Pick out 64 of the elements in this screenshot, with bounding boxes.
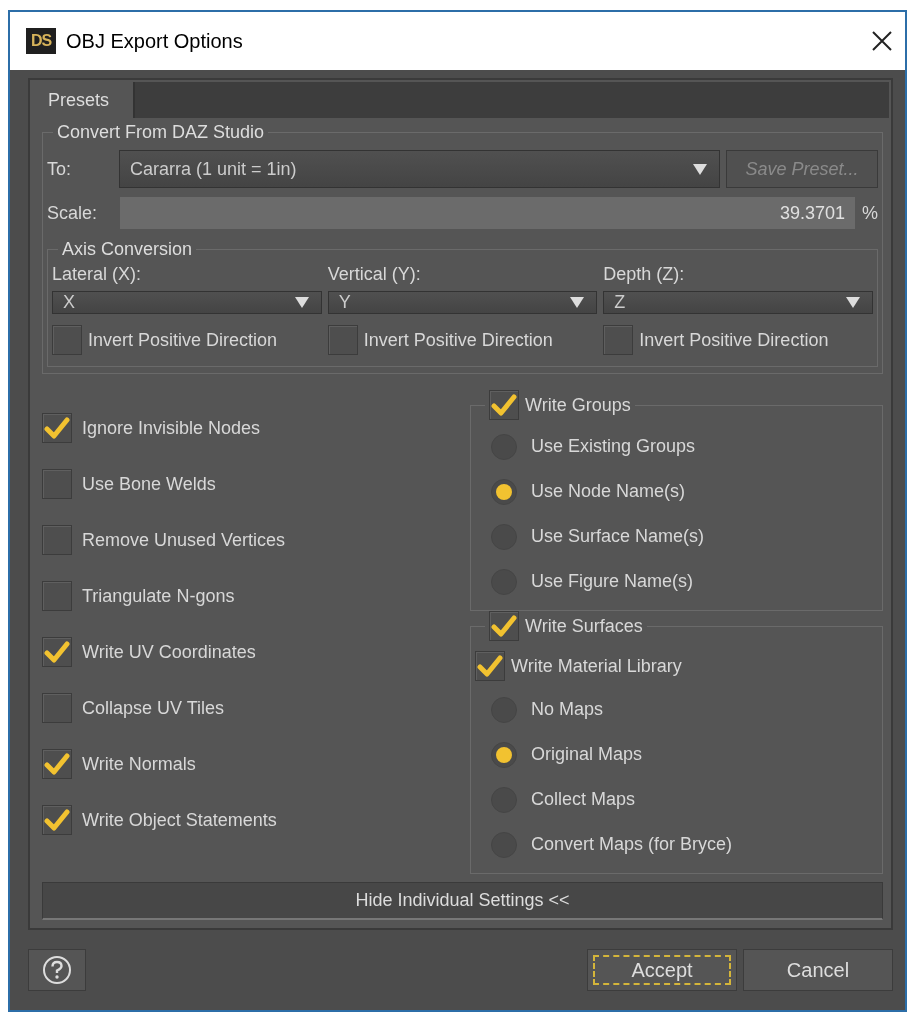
checkbox[interactable] bbox=[42, 469, 72, 499]
caret-icon bbox=[570, 297, 585, 308]
checkbox[interactable] bbox=[489, 390, 519, 420]
option-label: Write Normals bbox=[82, 753, 196, 775]
axis-label: Lateral (X): bbox=[52, 264, 143, 285]
option-label: Use Bone Welds bbox=[82, 473, 216, 495]
caret-icon bbox=[846, 297, 860, 308]
caret-icon bbox=[294, 297, 309, 308]
checkbox[interactable] bbox=[42, 413, 72, 443]
option-label: Ignore Invisible Nodes bbox=[82, 417, 261, 439]
hide-settings-button[interactable]: Hide Individual Settings << bbox=[42, 882, 883, 920]
axis-dropdown[interactable]: Y bbox=[327, 291, 598, 314]
group-title: Write Surfaces bbox=[525, 615, 643, 637]
unit-label: % bbox=[862, 202, 878, 224]
checkbox[interactable] bbox=[42, 637, 72, 667]
option-label: Collapse UV Tiles bbox=[82, 697, 225, 719]
group-title: Convert From DAZ Studio bbox=[56, 122, 266, 143]
checkbox[interactable] bbox=[42, 693, 72, 723]
field-label: To: bbox=[47, 158, 72, 180]
option-label: Write Object Statements bbox=[82, 809, 277, 831]
option-label: Use Figure Name(s) bbox=[531, 571, 694, 592]
checkbox[interactable] bbox=[52, 325, 82, 355]
dialog-button[interactable]: Cancel bbox=[743, 949, 893, 991]
option-label: Convert Maps (for Bryce) bbox=[531, 834, 733, 855]
window-title: OBJ Export Options bbox=[66, 29, 244, 53]
option-label: Invert Positive Direction bbox=[639, 329, 829, 351]
tab[interactable]: Presets bbox=[32, 82, 136, 118]
checkbox[interactable] bbox=[42, 805, 72, 835]
option-label: Write Material Library bbox=[511, 655, 682, 677]
checkbox[interactable] bbox=[489, 611, 519, 641]
checkbox[interactable] bbox=[42, 581, 72, 611]
app-logo: DS bbox=[26, 28, 56, 54]
option-label: Remove Unused Vertices bbox=[82, 529, 286, 551]
axis-dropdown[interactable]: Z bbox=[603, 291, 873, 314]
dialog-button[interactable]: Accept bbox=[587, 949, 737, 991]
scale-field[interactable]: 39.3701 bbox=[119, 196, 856, 230]
help-icon bbox=[42, 955, 72, 985]
checkbox[interactable] bbox=[603, 325, 634, 355]
preset-dropdown[interactable]: Cararra (1 unit = 1in) bbox=[119, 150, 720, 188]
group-title: Write Groups bbox=[525, 394, 631, 416]
checkbox[interactable] bbox=[475, 651, 505, 681]
radio-button[interactable] bbox=[491, 741, 517, 768]
group-title: Axis Conversion bbox=[61, 239, 194, 260]
option-label: Use Existing Groups bbox=[531, 436, 696, 457]
checkbox[interactable] bbox=[42, 749, 72, 779]
option-label: Use Node Name(s) bbox=[531, 481, 686, 502]
option-label: Use Surface Name(s) bbox=[531, 526, 705, 547]
caret-icon bbox=[693, 163, 707, 175]
checkbox[interactable] bbox=[42, 525, 72, 555]
close-icon[interactable] bbox=[871, 30, 893, 52]
axis-dropdown[interactable]: X bbox=[52, 291, 322, 314]
option-label: Write UV Coordinates bbox=[82, 641, 256, 663]
axis-label: Depth (Z): bbox=[603, 264, 686, 285]
help-button[interactable] bbox=[28, 949, 86, 991]
axis-label: Vertical (Y): bbox=[327, 264, 422, 285]
option-label: Original Maps bbox=[531, 744, 643, 765]
option-label: Invert Positive Direction bbox=[363, 329, 553, 351]
option-label: Triangulate N-gons bbox=[82, 585, 235, 607]
option-label: No Maps bbox=[531, 699, 604, 720]
checkbox[interactable] bbox=[327, 325, 358, 355]
field-label: Scale: bbox=[47, 202, 99, 224]
option-label: Invert Positive Direction bbox=[88, 329, 278, 351]
radio-button[interactable] bbox=[491, 478, 517, 505]
option-label: Collect Maps bbox=[531, 789, 636, 810]
